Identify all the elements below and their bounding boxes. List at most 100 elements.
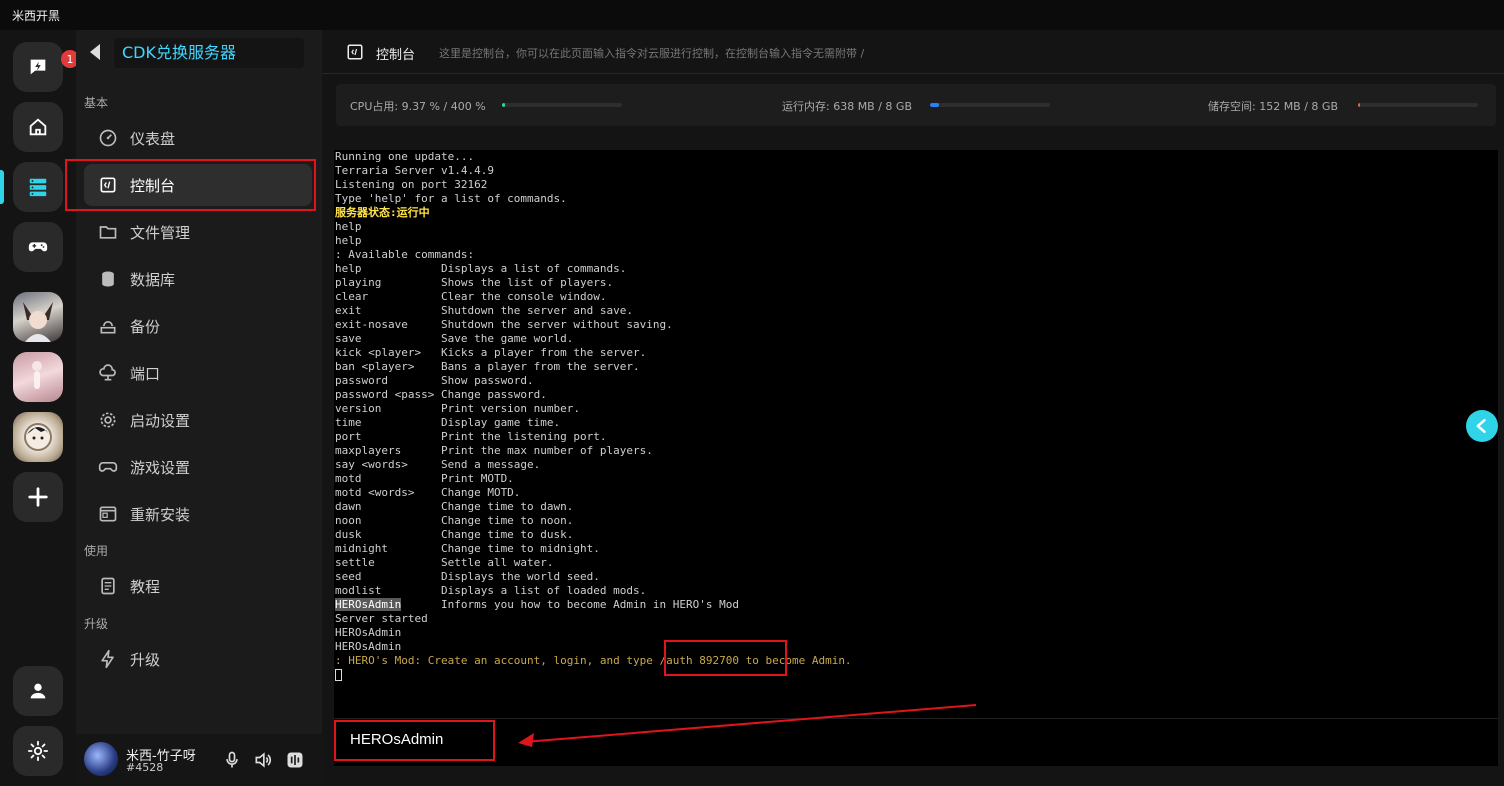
gear-icon	[27, 740, 49, 762]
console-line: password Show password.	[335, 374, 534, 387]
page-header: 控制台 这里是控制台，你可以在此页面输入指令对云服进行控制，在控制台输入指令无需…	[322, 30, 1504, 74]
settings-button[interactable]	[13, 726, 63, 776]
nav-tutorial[interactable]: 教程	[84, 565, 312, 607]
console-line: maxplayers Print the max number of playe…	[335, 444, 653, 457]
character-avatar-icon	[23, 302, 53, 342]
back-arrow-icon[interactable]	[86, 42, 104, 62]
nav-upgrade[interactable]: 升级	[84, 638, 312, 680]
nav-backup[interactable]: 备份	[84, 305, 312, 347]
cpu-usage-bar	[502, 103, 622, 107]
nav-label: 升级	[130, 650, 161, 669]
text-cursor	[335, 669, 342, 681]
microphone-icon[interactable]	[222, 750, 242, 770]
app-title: 米西开黑	[12, 9, 61, 23]
girl-avatar-icon	[32, 361, 42, 389]
nav-label: 备份	[130, 317, 161, 336]
friend-avatar-1[interactable]	[13, 292, 63, 342]
backup-icon	[100, 321, 116, 334]
console-line: : HERO's Mod: Create an account, login, …	[335, 654, 852, 667]
user-bar: 米西-竹子呀 #4528	[76, 734, 322, 786]
friend-avatar-3[interactable]	[13, 412, 63, 462]
resource-stats: CPU占用: 9.37 % / 400 % 运行内存: 638 MB / 8 G…	[336, 84, 1496, 126]
nav-label: 仪表盘	[130, 129, 176, 148]
cpu-usage-label: CPU占用: 9.37 % / 400 %	[350, 100, 486, 113]
console-line: save Save the game world.	[335, 332, 574, 345]
console-line: dawn Change time to dawn.	[335, 500, 574, 513]
server-name: CDK兑换服务器	[114, 38, 304, 68]
lightning-chat-icon	[30, 59, 46, 75]
console-line: HEROsAdmin Informs you how to become Adm…	[335, 598, 739, 611]
console-line: time Display game time.	[335, 416, 561, 429]
console-line: : Available commands:	[335, 248, 475, 261]
nav-startup-settings[interactable]: 启动设置	[84, 399, 312, 441]
console-line: playing Shows the list of players.	[335, 276, 614, 289]
title-bar: 米西开黑	[0, 0, 1504, 30]
ai-voice-icon[interactable]	[285, 750, 305, 770]
reinstall-icon	[99, 506, 117, 522]
console-line: exit-nosave Shutdown the server without …	[335, 318, 673, 331]
speaker-icon[interactable]	[253, 750, 273, 770]
folder-icon	[99, 226, 117, 239]
gear-icon	[100, 412, 116, 428]
console-line: password <pass> Change password.	[335, 388, 547, 401]
nav-ports[interactable]: 端口	[84, 352, 312, 394]
console-nav-highlight	[65, 159, 316, 211]
nav-label: 文件管理	[130, 223, 191, 242]
annotation-arrow	[518, 704, 977, 747]
console-line: ban <player> Bans a player from the serv…	[335, 360, 640, 373]
servers-button[interactable]	[13, 162, 63, 212]
server-sidebar: CDK兑换服务器 基本 仪表盘 控制台 文件管理 数据库 备份 端口 启动设置 …	[65, 30, 322, 786]
nav-reinstall[interactable]: 重新安装	[84, 493, 312, 535]
console-code-icon	[347, 44, 363, 60]
speedometer-icon	[99, 129, 117, 147]
console-line: exit Shutdown the server and save.	[335, 304, 634, 317]
document-icon	[101, 577, 115, 595]
console-line: dusk Change time to dusk.	[335, 528, 574, 541]
console-line: seed Displays the world seed.	[335, 570, 600, 583]
console-line: HEROsAdmin	[335, 626, 402, 639]
lightning-icon	[101, 649, 114, 669]
gamepad-icon	[28, 242, 48, 252]
console-output[interactable]: Running one update... Terraria Server v1.…	[334, 150, 1498, 718]
memory-usage-bar	[930, 103, 1050, 107]
console-cursor-line	[335, 668, 1498, 682]
messages-button[interactable]: 1	[13, 42, 79, 92]
storage-usage-label: 储存空间: 152 MB / 8 GB	[1208, 100, 1338, 113]
home-button[interactable]	[13, 102, 63, 152]
section-label-use: 使用	[84, 544, 109, 558]
console-line: motd <words> Change MOTD.	[335, 486, 521, 499]
console-line: 服务器状态:运行中	[335, 206, 430, 219]
console-line: HEROsAdmin	[335, 640, 402, 653]
console-line: clear Clear the console window.	[335, 290, 607, 303]
friend-avatar-2[interactable]	[13, 352, 63, 402]
nav-file-manager[interactable]: 文件管理	[84, 211, 312, 253]
console-line: settle Settle all water.	[335, 556, 554, 569]
console-line: say <words> Send a message.	[335, 458, 541, 471]
user-avatar[interactable]	[84, 742, 118, 776]
gamepad-icon	[98, 462, 118, 472]
console-line: version Print version number.	[335, 402, 581, 415]
storage-usage-fill	[1358, 103, 1361, 107]
page-title: 控制台	[376, 48, 416, 63]
console-line: help	[335, 220, 362, 233]
profile-button[interactable]	[13, 666, 63, 716]
console-line: help	[335, 234, 362, 247]
console-line: Running one update...	[335, 150, 475, 163]
nav-game-settings[interactable]: 游戏设置	[84, 446, 312, 488]
server-icon	[29, 178, 47, 197]
memory-usage-fill	[930, 103, 940, 107]
memory-usage-label: 运行内存: 638 MB / 8 GB	[782, 100, 912, 113]
console-line: Terraria Server v1.4.4.9	[335, 164, 494, 177]
collapse-toggle-button[interactable]	[1466, 410, 1498, 442]
add-server-button[interactable]	[13, 472, 63, 522]
section-label-upgrade: 升级	[84, 617, 109, 631]
nav-label: 教程	[130, 577, 161, 596]
command-input-highlight	[334, 720, 495, 761]
nav-dashboard[interactable]: 仪表盘	[84, 117, 312, 159]
nav-label: 端口	[130, 364, 161, 383]
games-button[interactable]	[13, 222, 63, 272]
storage-usage-bar	[1358, 103, 1478, 107]
rail-active-indicator	[0, 170, 4, 204]
nav-database[interactable]: 数据库	[84, 258, 312, 300]
page-description: 这里是控制台，你可以在此页面输入指令对云服进行控制，在控制台输入指令无需附带 /	[439, 47, 865, 60]
